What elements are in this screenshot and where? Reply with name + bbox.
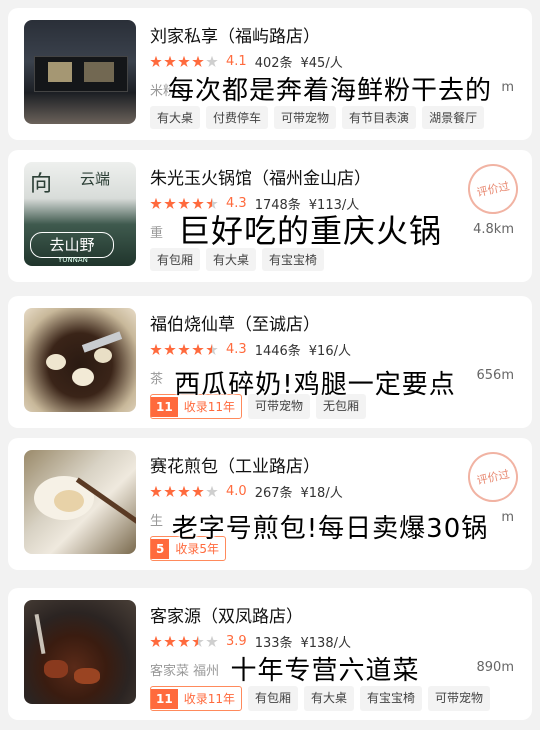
restaurant-name[interactable]: 刘家私享（福屿路店） (150, 22, 320, 47)
tag: 可带宠物 (274, 106, 337, 129)
restaurant-name[interactable]: 福伯烧仙草（至诚店） (150, 310, 320, 335)
restaurant-name[interactable]: 客家源（双凤路店） (150, 602, 303, 627)
rating-row: 4.3 1446条 ¥16/人 (150, 340, 359, 359)
feature-tags: 有大桌 付费停车 可带宠物 有节目表演 湖景餐厅 (150, 106, 485, 129)
review-count: 1446条 (254, 344, 301, 359)
review-count: 402条 (254, 56, 293, 71)
feature-tags: 11 收录11年 有包厢 有大桌 有宝宝椅 可带宠物 (150, 686, 491, 711)
restaurant-name[interactable]: 赛花煎包（工业路店） (150, 452, 320, 477)
average-price: ¥18/人 (300, 486, 343, 501)
review-count: 133条 (254, 636, 293, 651)
overlay-caption: 老字号煎包!每日卖爆30锅 (171, 514, 489, 544)
star-rating-icon (150, 343, 220, 356)
rating-row: 4.0 267条 ¥18/人 (150, 482, 351, 501)
rating-row: 4.1 402条 ¥45/人 (150, 52, 351, 71)
rating-score: 4.0 (226, 484, 247, 499)
collected-years-number: 11 (151, 688, 178, 709)
tag: 可带宠物 (428, 686, 491, 711)
reviewed-stamp: 评价过 (463, 447, 523, 507)
overlay-caption: 西瓜碎奶!鸡腿一定要点 (174, 370, 456, 400)
restaurant-card[interactable]: 福伯烧仙草（至诚店） 4.3 1446条 ¥16/人 茶 656m 11 收录1… (8, 296, 532, 428)
restaurant-card[interactable]: 赛花煎包（工业路店） 评价过 4.0 267条 ¥18/人 生 m 5 收录5年 (8, 438, 532, 570)
overlay-caption: 每次都是奔着海鲜粉干去的 (167, 76, 492, 106)
average-price: ¥45/人 (300, 56, 343, 71)
collected-years-badge: 11 收录11年 (150, 686, 242, 711)
thumb-text: 向 (30, 172, 53, 197)
thumb-text: YUNNAN (58, 256, 88, 264)
average-price: ¥138/人 (300, 636, 351, 651)
star-rating-icon (150, 635, 220, 648)
rating-score: 4.1 (226, 54, 247, 69)
thumb-text: 云端 (80, 170, 111, 188)
tag: 付费停车 (206, 106, 269, 129)
tag: 有节目表演 (342, 106, 417, 129)
tag: 有大桌 (150, 106, 201, 129)
star-rating-icon (150, 485, 220, 498)
tag: 湖景餐厅 (422, 106, 485, 129)
star-rating-icon (150, 55, 220, 68)
rating-score: 4.3 (226, 342, 247, 357)
tag: 有大桌 (304, 686, 355, 711)
tag: 有宝宝椅 (360, 686, 423, 711)
collected-years-label: 收录11年 (183, 692, 235, 706)
overlay-caption: 十年专营六道菜 (230, 656, 420, 686)
tag: 有包厢 (247, 686, 298, 711)
average-price: ¥16/人 (308, 344, 351, 359)
overlay-caption: 巨好吃的重庆火锅 (177, 212, 442, 250)
restaurant-name[interactable]: 朱光玉火锅馆（福州金山店） (150, 164, 371, 189)
rating-row: 3.9 133条 ¥138/人 (150, 632, 359, 651)
rating-score: 3.9 (226, 634, 247, 649)
review-count: 267条 (254, 486, 293, 501)
